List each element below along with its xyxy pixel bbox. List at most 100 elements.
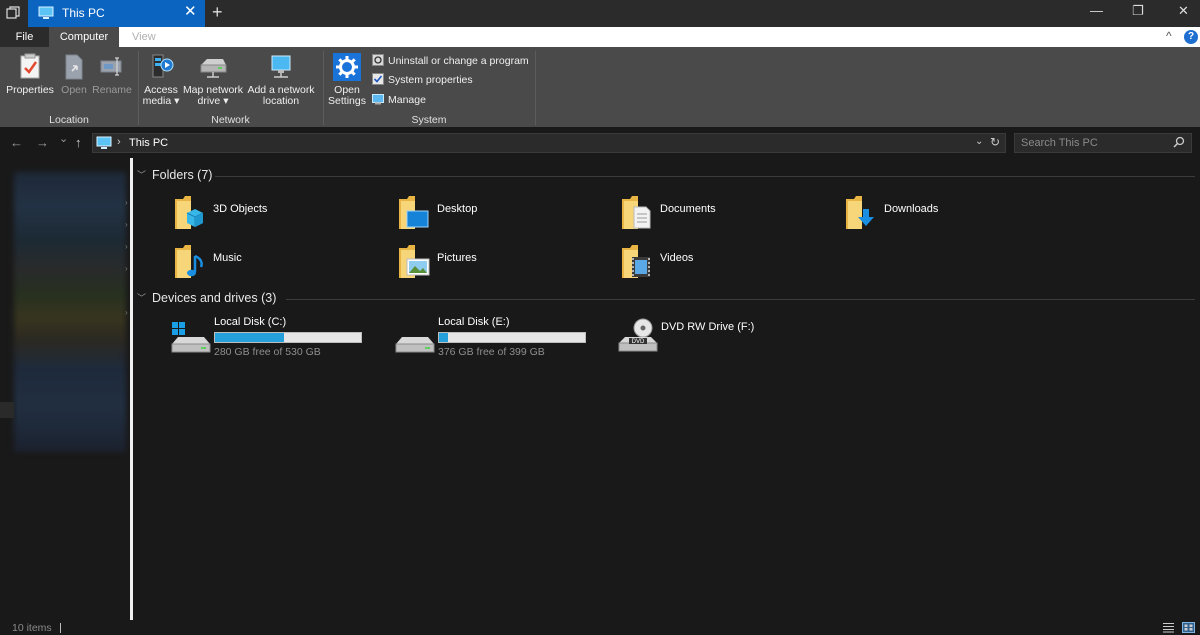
content-pane: ﹀Folders (7) 3D Objects Desktop Document… bbox=[133, 158, 1200, 620]
ribbon: Properties Open Rename Location Access m… bbox=[0, 47, 1200, 127]
drive-c[interactable]: Local Disk (C:) 280 GB free of 530 GB bbox=[170, 320, 385, 362]
devices-group-header[interactable]: ﹀ Devices and drives (3) bbox=[137, 291, 276, 305]
drive-label: Local Disk (E:) bbox=[438, 316, 510, 328]
dvd-drive-icon: DVD bbox=[617, 318, 659, 354]
search-icon[interactable] bbox=[1173, 136, 1185, 148]
collapse-chevron-icon: ﹀ bbox=[137, 293, 146, 303]
map-network-drive-button[interactable]: Map network drive ▾ bbox=[182, 53, 244, 107]
breadcrumb-chevron[interactable]: › bbox=[117, 136, 121, 148]
tab-this-pc[interactable]: This PC ✕ bbox=[28, 0, 205, 27]
network-location-icon bbox=[266, 53, 296, 81]
drive-usage-fill bbox=[439, 333, 448, 342]
navigation-tree-blurred bbox=[14, 172, 126, 452]
recent-locations-button[interactable]: ⌄ bbox=[59, 132, 68, 145]
open-label: Open bbox=[61, 84, 87, 96]
system-group-label: System bbox=[323, 114, 535, 126]
folder-3d-objects[interactable]: 3D Objects bbox=[173, 195, 383, 237]
close-button[interactable]: ✕ bbox=[1178, 3, 1189, 19]
folder-desktop[interactable]: Desktop bbox=[397, 195, 607, 237]
tab-computer[interactable]: Computer bbox=[49, 27, 119, 47]
downloads-folder-icon bbox=[844, 195, 878, 231]
svg-text:DVD: DVD bbox=[632, 339, 645, 345]
details-view-icon[interactable] bbox=[1162, 622, 1175, 633]
system-properties-label: System properties bbox=[388, 74, 473, 86]
desktop-folder-icon bbox=[397, 195, 431, 231]
up-button[interactable]: ↑ bbox=[75, 135, 82, 150]
forward-button[interactable]: → bbox=[36, 135, 49, 150]
tab-close-button[interactable]: ✕ bbox=[184, 4, 197, 20]
devices-header-text: Devices and drives (3) bbox=[152, 291, 276, 305]
expand-chevron-icon[interactable]: › bbox=[125, 264, 128, 273]
network-group-label: Network bbox=[138, 114, 323, 126]
collapse-chevron-icon: ﹀ bbox=[137, 170, 146, 180]
tab-view[interactable]: View bbox=[132, 27, 156, 47]
nav-selection-marker bbox=[0, 402, 14, 418]
address-bar[interactable]: › This PC ⌄ ↻ bbox=[92, 133, 1006, 153]
item-count: 10 items bbox=[12, 622, 52, 634]
location-group-label: Location bbox=[0, 114, 138, 126]
folder-videos[interactable]: Videos bbox=[620, 244, 830, 286]
breadcrumb-this-pc[interactable]: This PC bbox=[129, 137, 168, 149]
drive-usage-bar bbox=[438, 332, 586, 343]
properties-label: Properties bbox=[6, 84, 54, 96]
drive-label: DVD RW Drive (F:) bbox=[661, 321, 754, 333]
documents-folder-icon bbox=[620, 195, 654, 231]
title-bar: This PC ✕ + — ❐ ✕ bbox=[0, 0, 1200, 27]
rename-label: Rename bbox=[92, 84, 132, 96]
expand-chevron-icon[interactable]: › bbox=[125, 198, 128, 207]
search-placeholder: Search This PC bbox=[1021, 137, 1098, 149]
restore-button[interactable]: ❐ bbox=[1132, 3, 1144, 19]
new-tab-button[interactable]: + bbox=[212, 2, 223, 22]
tab-file[interactable]: File bbox=[0, 27, 49, 47]
ribbon-collapse-button[interactable]: ^ bbox=[1166, 29, 1172, 43]
refresh-button[interactable]: ↻ bbox=[990, 135, 1000, 149]
folders-group-header[interactable]: ﹀Folders (7) bbox=[137, 168, 212, 182]
folder-label: 3D Objects bbox=[213, 203, 267, 215]
address-bar-row: ← → ⌄ ↑ › This PC ⌄ ↻ Search This PC bbox=[0, 127, 1200, 158]
search-input[interactable]: Search This PC bbox=[1014, 133, 1192, 153]
uninstall-label: Uninstall or change a program bbox=[388, 55, 529, 67]
add-network-location-button[interactable]: Add a network location bbox=[246, 53, 316, 107]
computer-icon bbox=[96, 136, 112, 150]
drive-usage-fill bbox=[215, 333, 284, 342]
task-view-icon[interactable] bbox=[6, 6, 20, 20]
videos-folder-icon bbox=[620, 244, 654, 280]
address-dropdown-button[interactable]: ⌄ bbox=[975, 136, 983, 147]
group-divider bbox=[215, 176, 1195, 177]
manage-label: Manage bbox=[388, 94, 426, 106]
folder-label: Downloads bbox=[884, 203, 938, 215]
open-settings-label-2: Settings bbox=[328, 95, 366, 107]
drive-f-dvd[interactable]: DVD DVD RW Drive (F:) bbox=[617, 318, 832, 360]
folder-music[interactable]: Music bbox=[173, 244, 383, 286]
status-bar: 10 items bbox=[0, 620, 1200, 635]
computer-icon bbox=[38, 6, 54, 20]
expand-chevron-icon[interactable]: › bbox=[125, 242, 128, 251]
help-button[interactable]: ? bbox=[1184, 30, 1198, 44]
drive-label: Local Disk (C:) bbox=[214, 316, 286, 328]
folder-downloads[interactable]: Downloads bbox=[844, 195, 1054, 237]
expand-chevron-icon[interactable]: › bbox=[125, 308, 128, 317]
folder-label: Pictures bbox=[437, 252, 477, 264]
open-button[interactable]: Open bbox=[58, 53, 90, 96]
system-drive-icon bbox=[170, 320, 212, 356]
folder-documents[interactable]: Documents bbox=[620, 195, 830, 237]
open-settings-button[interactable]: Open Settings bbox=[328, 53, 366, 107]
folder-label: Desktop bbox=[437, 203, 477, 215]
properties-button[interactable]: Properties bbox=[5, 53, 55, 96]
drive-e[interactable]: Local Disk (E:) 376 GB free of 399 GB bbox=[394, 320, 609, 362]
rename-icon bbox=[99, 53, 125, 81]
access-media-button[interactable]: Access media ▾ bbox=[142, 53, 180, 107]
ribbon-tab-row: File Computer View ^ ? bbox=[0, 27, 1200, 47]
tab-title: This PC bbox=[62, 6, 105, 20]
navigation-pane[interactable]: › › › › › bbox=[0, 158, 130, 620]
back-button[interactable]: ← bbox=[10, 135, 23, 150]
folder-pictures[interactable]: Pictures bbox=[397, 244, 607, 286]
ribbon-divider bbox=[535, 51, 536, 125]
network-drive-icon bbox=[198, 53, 228, 81]
expand-chevron-icon[interactable]: › bbox=[125, 220, 128, 229]
pictures-folder-icon bbox=[397, 244, 431, 280]
minimize-button[interactable]: — bbox=[1090, 3, 1103, 18]
rename-button[interactable]: Rename bbox=[92, 53, 132, 96]
3d-objects-folder-icon bbox=[173, 195, 207, 231]
large-icons-view-icon[interactable] bbox=[1182, 622, 1195, 633]
